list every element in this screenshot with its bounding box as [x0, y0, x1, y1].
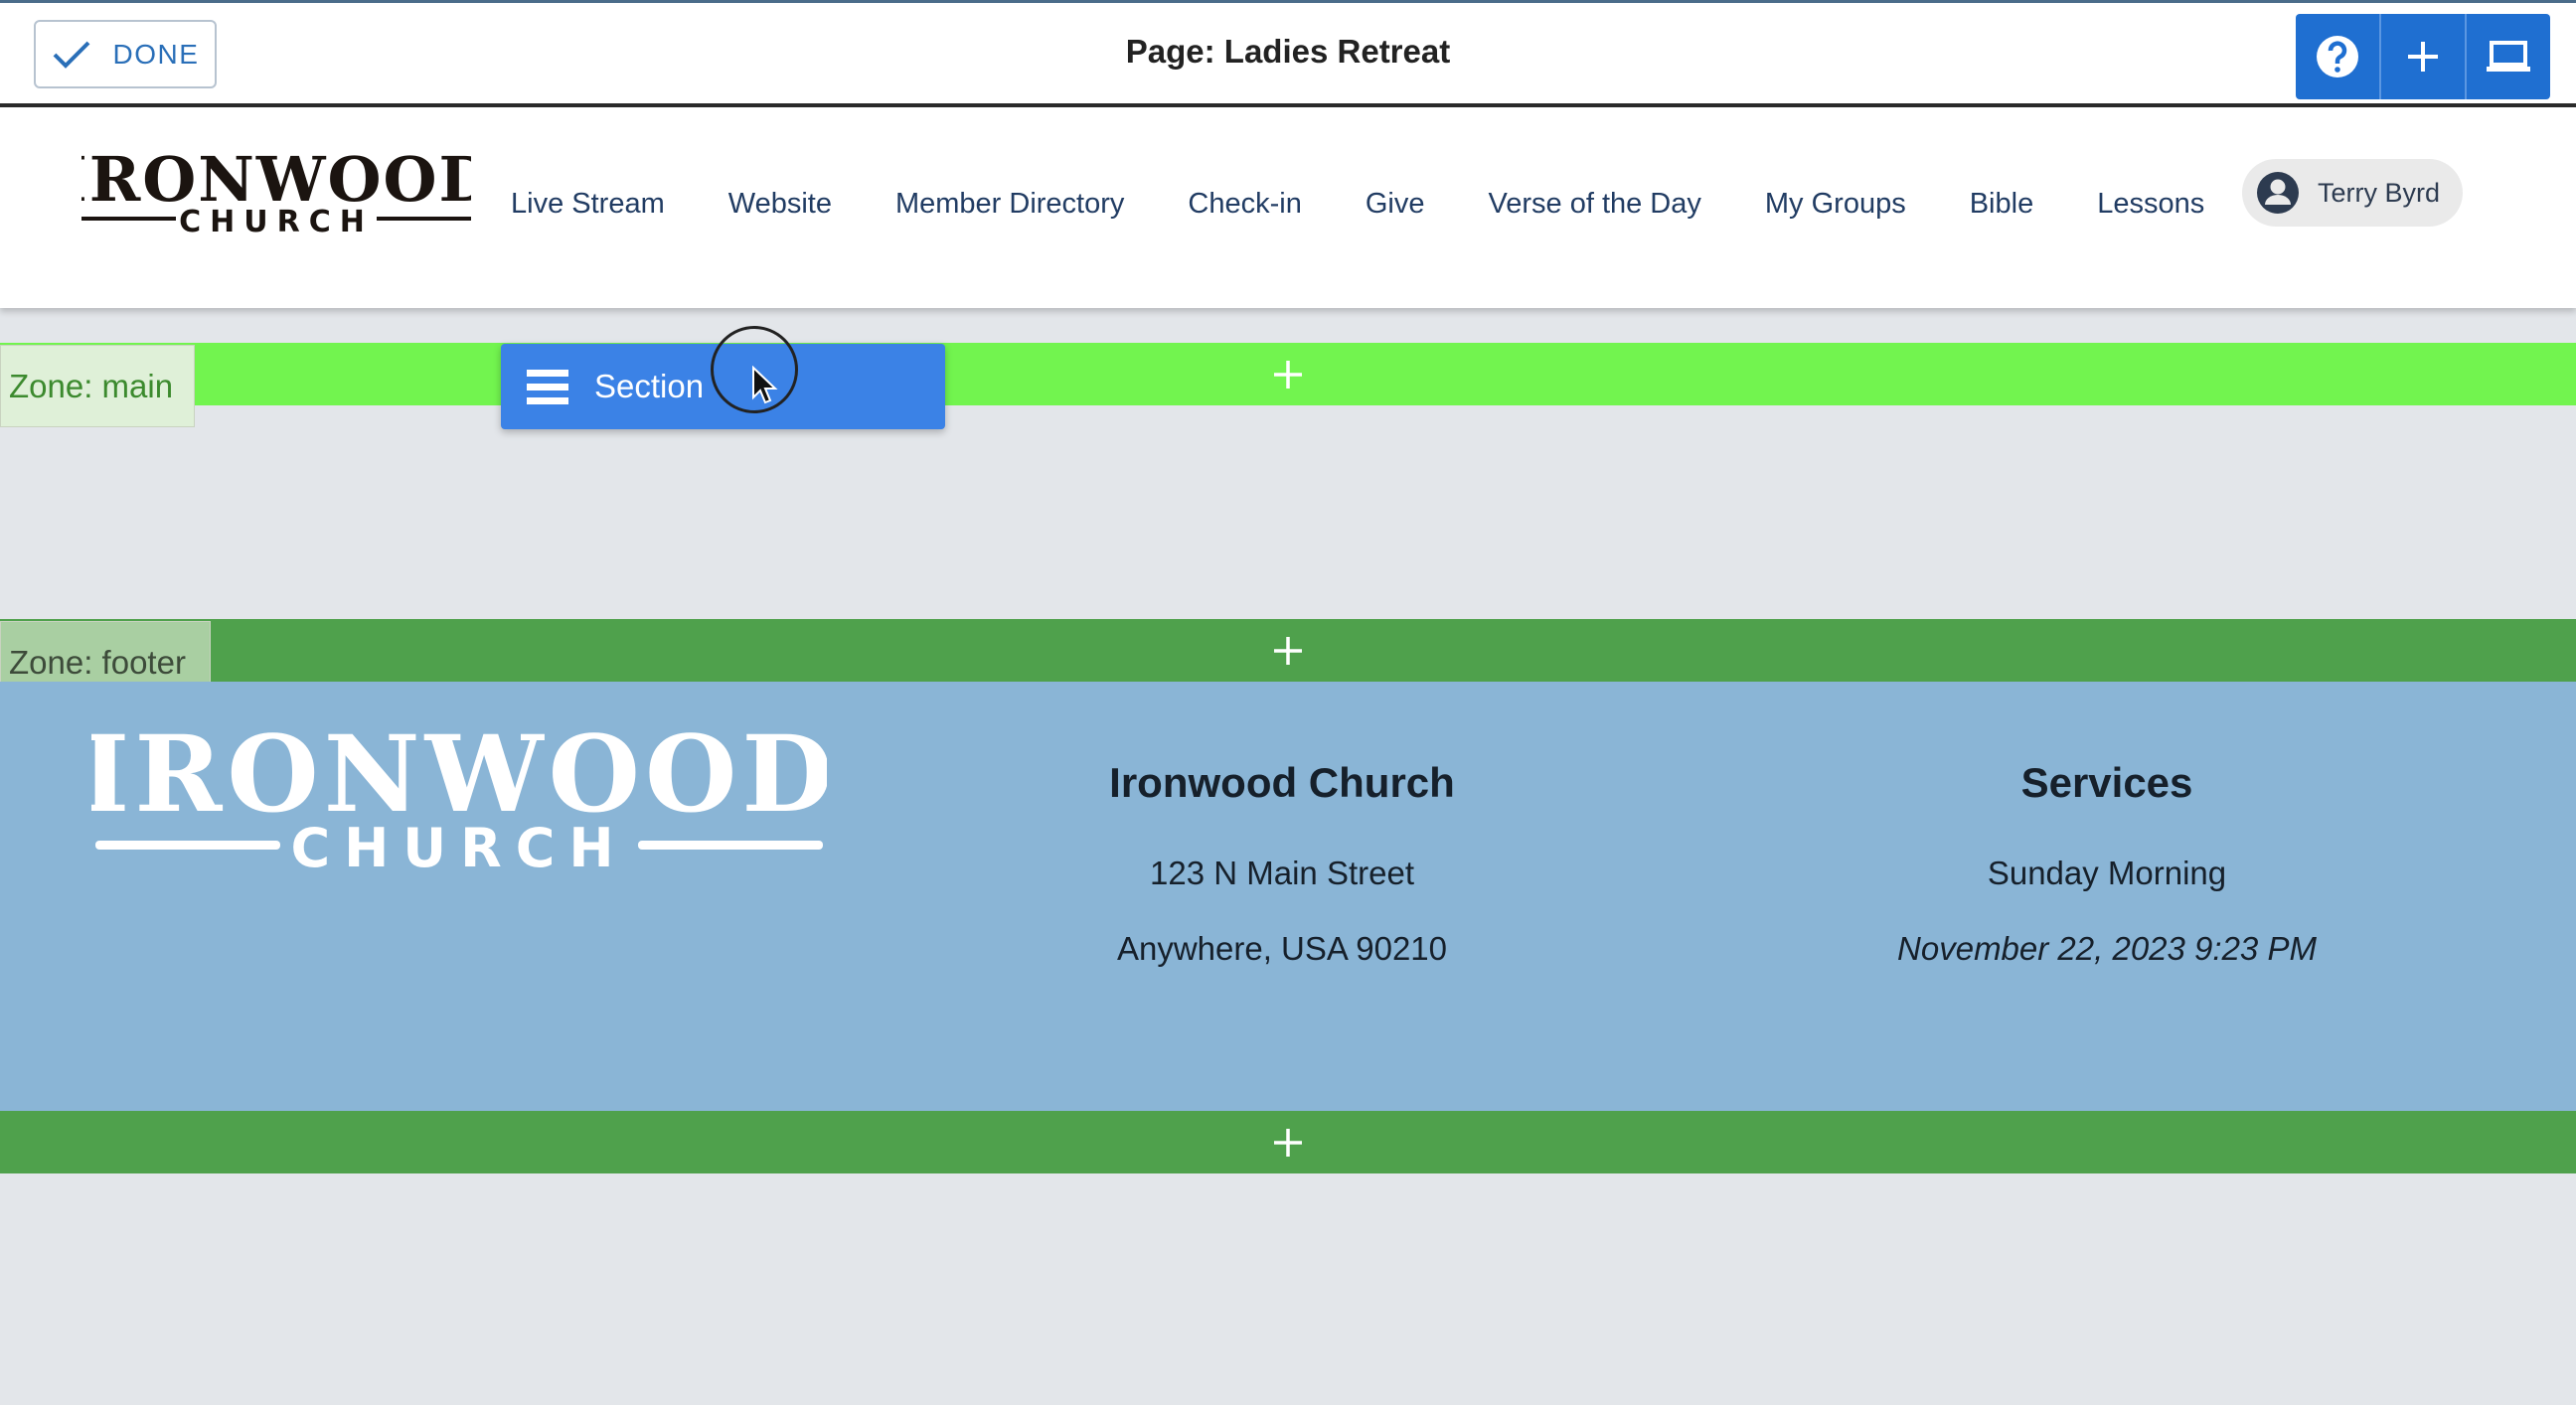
- user-name: Terry Byrd: [2318, 177, 2441, 208]
- user-avatar-icon: [2257, 172, 2299, 214]
- nav-member-directory[interactable]: Member Directory: [895, 188, 1124, 221]
- nav-bible[interactable]: Bible: [1970, 188, 2034, 221]
- editor-toolbar: DONE Page: Ladies Retreat: [0, 0, 2576, 107]
- nav-lessons[interactable]: Lessons: [2097, 188, 2204, 221]
- footer-church-logo: IRONWOOD CHURCH: [91, 721, 827, 872]
- site-footer: IRONWOOD CHURCH Ironwood Church 123 N Ma…: [0, 682, 2576, 1111]
- plus-icon: [1274, 636, 1302, 665]
- plus-icon: [1274, 360, 1302, 389]
- site-header: IRONWOOD CHURCH Live Stream Website Memb…: [0, 107, 2576, 308]
- address-line-2: Anywhere, USA 90210: [1116, 930, 1448, 967]
- nav-check-in[interactable]: Check-in: [1188, 188, 1301, 221]
- nav-give[interactable]: Give: [1366, 188, 1425, 221]
- church-name-heading: Ironwood Church: [1109, 759, 1455, 806]
- zone-main-add-bar[interactable]: [0, 343, 2576, 405]
- add-icon: [2408, 42, 2438, 72]
- nav-my-groups[interactable]: My Groups: [1765, 188, 1906, 221]
- zone-footer-add-bar[interactable]: [0, 619, 2576, 682]
- services-heading: Services: [2020, 759, 2193, 806]
- device-preview-icon: [2487, 41, 2530, 72]
- toolbar-button-group: [2296, 14, 2550, 99]
- service-name: Sunday Morning: [1987, 855, 2227, 891]
- service-datetime: November 22, 2023 9:23 PM: [1897, 930, 2317, 967]
- dragging-item-label: Section: [594, 368, 705, 404]
- svg-text:CHURCH: CHURCH: [290, 817, 627, 872]
- plus-icon: [1274, 1128, 1302, 1157]
- zone-bottom-add-bar[interactable]: [0, 1111, 2576, 1173]
- drag-handle-icon: [527, 370, 568, 404]
- nav-verse-of-the-day[interactable]: Verse of the Day: [1488, 188, 1700, 221]
- page-title: Page: Ladies Retreat: [1125, 33, 1451, 70]
- svg-text:CHURCH: CHURCH: [179, 205, 374, 234]
- nav-website[interactable]: Website: [728, 188, 832, 221]
- mouse-pointer-icon: [752, 366, 778, 404]
- zone-main-label: Zone: main: [0, 345, 195, 427]
- add-button[interactable]: [2379, 14, 2465, 99]
- nav-live-stream[interactable]: Live Stream: [511, 188, 665, 221]
- device-preview-button[interactable]: [2465, 14, 2550, 99]
- help-icon: [2317, 36, 2358, 78]
- main-nav: Live Stream Website Member Directory Che…: [511, 169, 2204, 238]
- user-menu[interactable]: Terry Byrd: [2242, 159, 2463, 227]
- address-line-1: 123 N Main Street: [1150, 855, 1414, 891]
- church-logo[interactable]: IRONWOOD CHURCH: [81, 149, 471, 234]
- footer-services-info: Services Sunday Morning November 22, 202…: [1809, 759, 2405, 1006]
- help-button[interactable]: [2296, 14, 2379, 99]
- footer-church-info: Ironwood Church 123 N Main Street Anywhe…: [1034, 759, 1530, 1006]
